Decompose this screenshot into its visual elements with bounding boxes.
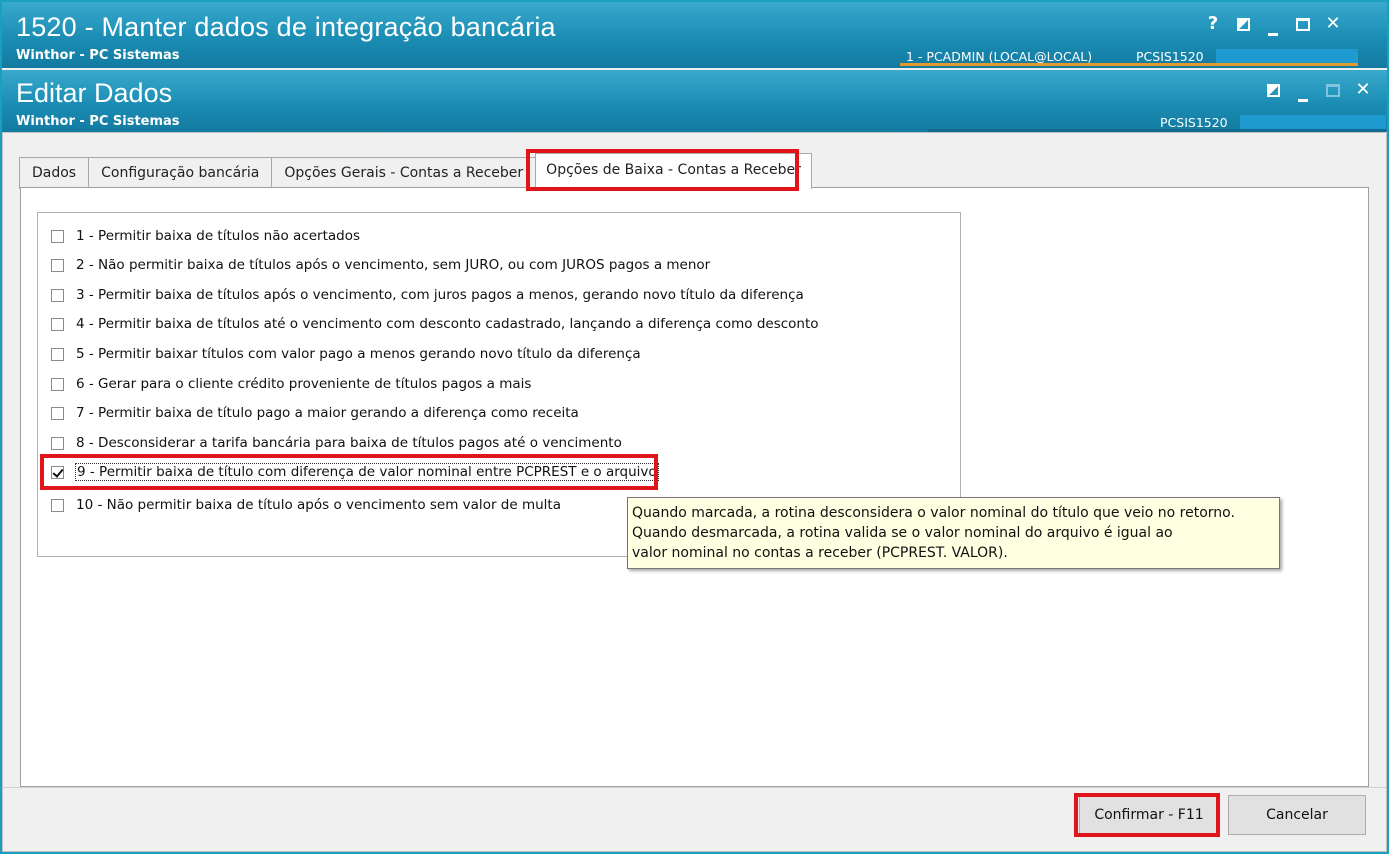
option-5-checkbox[interactable] xyxy=(51,347,64,361)
option-3[interactable]: 3 - Permitir baixa de títulos após o ven… xyxy=(51,284,804,306)
dialog-routine-code: PCSIS1520 xyxy=(1160,115,1228,130)
dialog-maximize-button xyxy=(1318,78,1348,102)
dialog-restore-button[interactable] xyxy=(1258,78,1288,102)
tab-opcoes-gerais[interactable]: Opções Gerais - Contas a Receber xyxy=(271,157,537,189)
highlight-option-9 xyxy=(40,454,658,490)
option-10[interactable]: 10 - Não permitir baixa de título após o… xyxy=(51,494,561,516)
tooltip-line: Quando marcada, a rotina desconsidera o … xyxy=(632,505,1235,521)
option-6[interactable]: 6 - Gerar para o cliente crédito proveni… xyxy=(51,373,531,395)
user-info-bar: 1 - PCADMIN (LOCAL@LOCAL) PCSIS1520 xyxy=(900,48,1358,66)
tooltip-line: Quando desmarcada, a rotina valida se o … xyxy=(632,525,1173,541)
tooltip-line: valor nominal no contas a receber (PCPRE… xyxy=(632,545,1008,561)
user-bar-fill xyxy=(1216,49,1358,63)
option-5-label: 5 - Permitir baixar títulos com valor pa… xyxy=(76,346,641,362)
maximize-icon xyxy=(1326,83,1340,97)
minimize-icon xyxy=(1268,33,1278,36)
option-3-checkbox[interactable] xyxy=(51,288,64,302)
restore-icon xyxy=(1236,17,1250,31)
option-8-checkbox[interactable] xyxy=(51,436,64,450)
user-bar-underline xyxy=(900,63,1358,66)
tab-dados[interactable]: Dados xyxy=(19,157,90,189)
option-4-checkbox[interactable] xyxy=(51,317,64,331)
maximize-icon xyxy=(1296,17,1310,31)
button-separator xyxy=(3,787,1386,788)
option-10-label: 10 - Não permitir baixa de título após o… xyxy=(76,497,561,513)
option-1-checkbox[interactable] xyxy=(51,229,64,243)
minimize-button[interactable] xyxy=(1258,12,1288,36)
option-7-label: 7 - Permitir baixa de título pago a maio… xyxy=(76,405,579,421)
highlight-confirm-button xyxy=(1074,793,1220,837)
dialog-body: Dados Configuração bancária Opções Gerai… xyxy=(2,132,1387,852)
highlight-active-tab xyxy=(526,149,799,191)
option-9-tooltip: Quando marcada, a rotina desconsidera o … xyxy=(627,497,1280,569)
option-4[interactable]: 4 - Permitir baixa de títulos até o venc… xyxy=(51,313,819,335)
dialog-minimize-button[interactable] xyxy=(1288,78,1318,102)
main-window-subtitle: Winthor - PC Sistemas xyxy=(16,48,180,63)
dialog-subtitle: Winthor - PC Sistemas xyxy=(16,114,180,129)
restore-button[interactable] xyxy=(1228,12,1258,36)
option-1[interactable]: 1 - Permitir baixa de títulos não acerta… xyxy=(51,225,360,247)
dialog-window-controls: ✕ xyxy=(1258,78,1378,102)
minimize-icon xyxy=(1298,99,1308,102)
dialog-close-button[interactable]: ✕ xyxy=(1348,78,1378,102)
maximize-button[interactable] xyxy=(1288,12,1318,36)
help-button[interactable]: ? xyxy=(1198,12,1228,36)
option-8[interactable]: 8 - Desconsiderar a tarifa bancária para… xyxy=(51,432,622,454)
restore-icon xyxy=(1266,83,1280,97)
dialog-title: Editar Dados xyxy=(16,78,173,108)
cancel-button[interactable]: Cancelar xyxy=(1228,795,1366,835)
close-button[interactable]: ✕ xyxy=(1318,12,1348,36)
tab-configuracao-bancaria[interactable]: Configuração bancária xyxy=(88,157,273,189)
dialog-code-bar: PCSIS1520 xyxy=(928,114,1386,132)
option-3-label: 3 - Permitir baixa de títulos após o ven… xyxy=(76,287,804,303)
option-5[interactable]: 5 - Permitir baixar títulos com valor pa… xyxy=(51,343,641,365)
main-window-controls: ? ✕ xyxy=(1198,12,1348,36)
option-10-checkbox[interactable] xyxy=(51,498,64,512)
logged-user: 1 - PCADMIN (LOCAL@LOCAL) xyxy=(906,49,1093,64)
option-7[interactable]: 7 - Permitir baixa de título pago a maio… xyxy=(51,402,579,424)
option-2[interactable]: 2 - Não permitir baixa de títulos após o… xyxy=(51,254,710,276)
option-6-label: 6 - Gerar para o cliente crédito proveni… xyxy=(76,376,532,392)
option-6-checkbox[interactable] xyxy=(51,377,64,391)
main-window-title: 1520 - Manter dados de integração bancár… xyxy=(16,12,556,42)
option-2-label: 2 - Não permitir baixa de títulos após o… xyxy=(76,257,711,273)
option-4-label: 4 - Permitir baixa de títulos até o venc… xyxy=(76,316,819,332)
main-title-bar: 1520 - Manter dados de integração bancár… xyxy=(2,2,1387,68)
code-bar-fill xyxy=(1240,115,1386,129)
main-routine-code: PCSIS1520 xyxy=(1136,49,1204,64)
option-8-label: 8 - Desconsiderar a tarifa bancária para… xyxy=(76,435,622,451)
dialog-title-bar: Editar Dados Winthor - PC Sistemas PCSIS… xyxy=(2,70,1387,132)
option-1-label: 1 - Permitir baixa de títulos não acerta… xyxy=(76,228,361,244)
option-7-checkbox[interactable] xyxy=(51,406,64,420)
option-2-checkbox[interactable] xyxy=(51,258,64,272)
